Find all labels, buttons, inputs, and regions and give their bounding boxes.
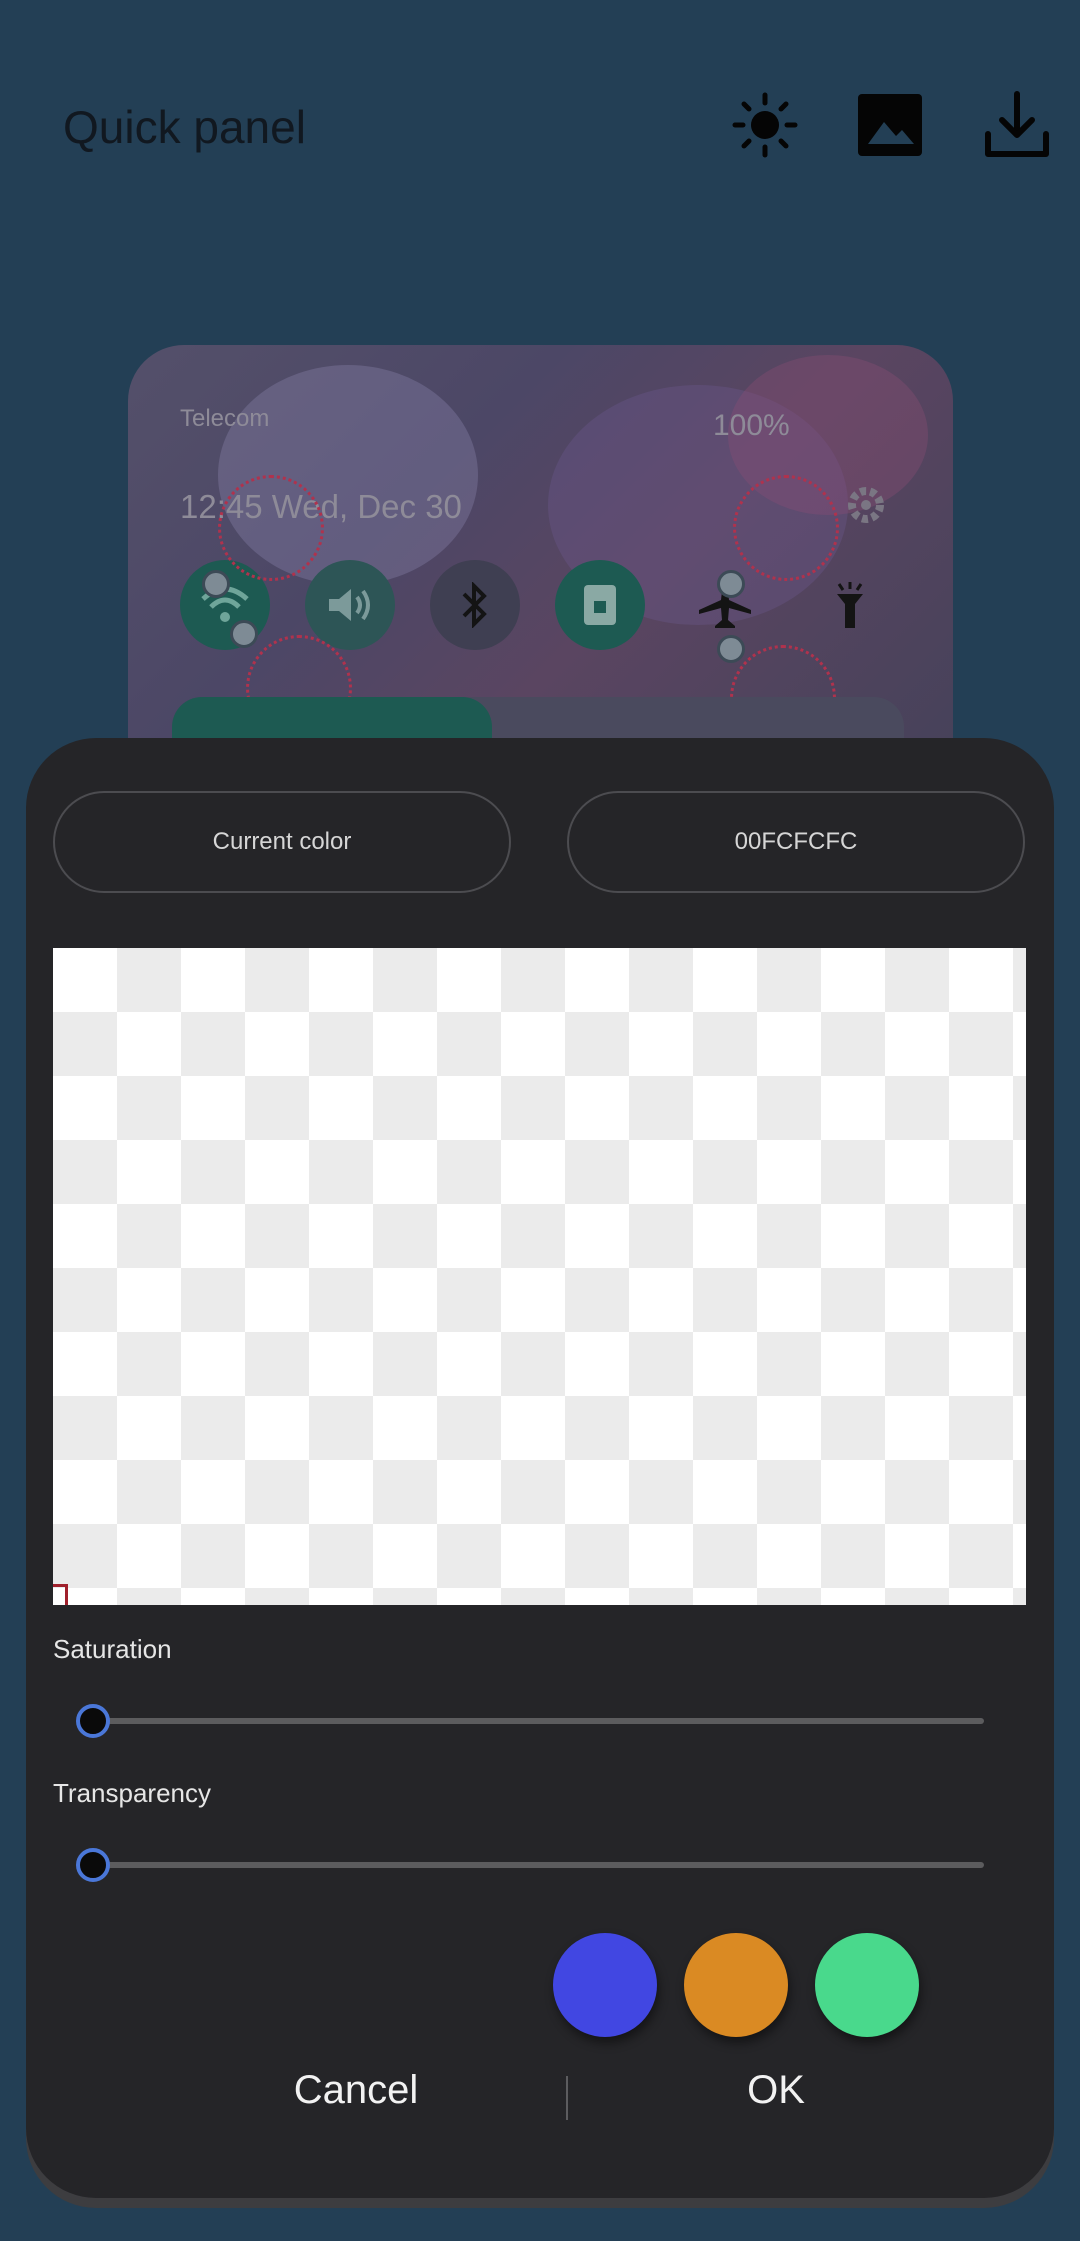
touch-point bbox=[202, 570, 230, 598]
cancel-button[interactable]: Cancel bbox=[206, 2068, 506, 2113]
saturation-slider-thumb[interactable] bbox=[76, 1704, 110, 1738]
touch-point bbox=[717, 635, 745, 663]
bluetooth-tile-icon bbox=[430, 560, 520, 650]
swatch-blue[interactable] bbox=[553, 1933, 657, 2037]
touch-indicator bbox=[218, 475, 324, 581]
flashlight-tile-icon bbox=[805, 560, 895, 650]
quick-panel-preview: Telecom 100% 12:45 Wed, Dec 30 bbox=[128, 345, 953, 765]
image-icon[interactable] bbox=[856, 90, 926, 160]
battery-status: 100% bbox=[713, 409, 790, 442]
transparency-label: Transparency bbox=[53, 1778, 211, 1808]
button-divider bbox=[566, 2076, 568, 2120]
rotation-lock-tile-icon bbox=[555, 560, 645, 650]
brightness-icon[interactable] bbox=[730, 90, 800, 160]
touch-point bbox=[717, 570, 745, 598]
transparency-slider-thumb[interactable] bbox=[76, 1848, 110, 1882]
touch-point bbox=[230, 620, 258, 648]
touch-indicator bbox=[733, 475, 839, 581]
download-icon[interactable] bbox=[982, 90, 1052, 160]
swatch-green[interactable] bbox=[815, 1933, 919, 2037]
current-color-button[interactable]: Current color bbox=[53, 791, 511, 893]
color-selector-handle[interactable] bbox=[53, 1584, 68, 1605]
ok-button[interactable]: OK bbox=[626, 2068, 926, 2113]
carrier-label: Telecom bbox=[180, 405, 270, 432]
transparency-track[interactable] bbox=[94, 1862, 984, 1868]
color-picker-dialog: Current color 00FCFCFC Saturation Transp… bbox=[26, 738, 1054, 2198]
color-spectrum[interactable] bbox=[53, 948, 1026, 1605]
sound-tile-icon bbox=[305, 560, 395, 650]
swatch-orange[interactable] bbox=[684, 1933, 788, 2037]
saturation-track[interactable] bbox=[94, 1718, 984, 1724]
page-title: Quick panel bbox=[63, 101, 306, 153]
settings-icon bbox=[846, 485, 886, 530]
saturation-label: Saturation bbox=[53, 1634, 172, 1664]
hex-value-field[interactable]: 00FCFCFC bbox=[567, 791, 1025, 893]
top-bar: Quick panel bbox=[0, 0, 1080, 250]
